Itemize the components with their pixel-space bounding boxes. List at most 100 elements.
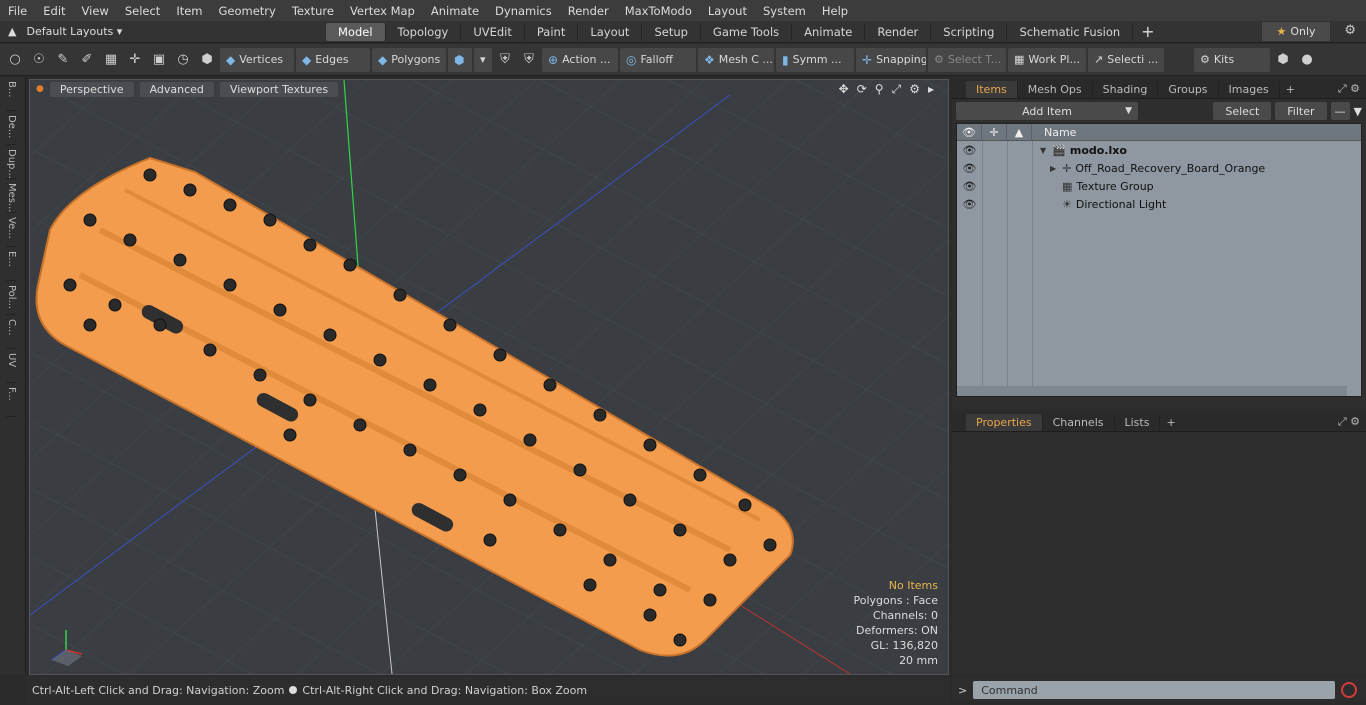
viewport-menu-arrow-icon[interactable]: ▸ (928, 82, 934, 97)
tab-schematic-fusion[interactable]: Schematic Fusion (1007, 22, 1134, 41)
snapping-button[interactable]: ✛ Snapping (856, 47, 926, 72)
tree-row-light[interactable]: 👁 ☀ Directional Light (957, 195, 1361, 213)
eye-icon[interactable]: 👁 (957, 198, 982, 211)
selection-sets-button[interactable]: ↗ Selecti ... (1088, 47, 1164, 72)
menu-view[interactable]: View (74, 4, 117, 18)
tree-row-scene[interactable]: 👁 ▼ 🎬 modo.lxo (957, 141, 1361, 159)
zoom-icon[interactable]: ⚲ (875, 82, 884, 97)
collapse-arrow-icon[interactable]: ▲ (8, 25, 16, 38)
tab-animate[interactable]: Animate (792, 22, 866, 41)
align-icon[interactable]: ▦ (100, 48, 122, 72)
vertices-button[interactable]: ◆ Vertices (220, 47, 294, 72)
tab-paint[interactable]: Paint (525, 22, 579, 41)
name-column-header[interactable]: Name (1032, 126, 1076, 139)
clock-icon[interactable]: ◷ (172, 48, 194, 72)
square-icon[interactable]: ▣ (148, 48, 170, 72)
item-mode-button[interactable]: ⬢ (448, 47, 472, 72)
menu-animate[interactable]: Animate (423, 4, 487, 18)
tab-setup[interactable]: Setup (642, 22, 701, 41)
add-tab-plus-icon[interactable]: + (1133, 22, 1162, 41)
viewport-gear-icon[interactable]: ⚙ (909, 82, 920, 97)
collapse-icon[interactable]: — (1330, 102, 1350, 120)
left-tab-duplicate[interactable]: Dup... (6, 145, 17, 179)
menu-maxtomodo[interactable]: MaxToModo (617, 4, 700, 18)
pan-icon[interactable]: ✥ (839, 82, 849, 97)
falloff-button[interactable]: ◎ Falloff (620, 47, 696, 72)
rotate-icon[interactable]: ⟳ (857, 82, 867, 97)
maximize-icon[interactable]: ⤢ (892, 82, 902, 97)
left-tab-deform[interactable]: De... (6, 111, 17, 145)
left-tab-uv[interactable]: UV (6, 349, 17, 383)
tree-row-texture-group[interactable]: 👁 ▦ Texture Group (957, 177, 1361, 195)
symmetry-button[interactable]: ▮ Symm ... (776, 47, 854, 72)
record-macro-icon[interactable] (1341, 682, 1358, 698)
unreal-icon[interactable]: ● (1296, 48, 1318, 72)
expand-triangle-icon[interactable]: ▼ (1040, 146, 1046, 155)
pen-icon[interactable]: ✎ (52, 48, 74, 72)
3d-viewport[interactable]: ● Perspective Advanced Viewport Textures… (29, 79, 949, 675)
cube-icon[interactable]: ⬢ (196, 48, 218, 72)
tab-topology[interactable]: Topology (386, 22, 462, 41)
tab-uvedit[interactable]: UVEdit (461, 22, 525, 41)
tab-model[interactable]: Model (326, 22, 386, 41)
select-through-button[interactable]: ⚙ Select T... (928, 47, 1006, 72)
edges-button[interactable]: ◆ Edges (296, 47, 370, 72)
funnel-icon[interactable]: ▼ (1354, 105, 1362, 118)
tab-channels[interactable]: Channels (1043, 414, 1115, 431)
left-tab-vertex[interactable]: Ve... (6, 213, 17, 247)
tab-render[interactable]: Render (865, 22, 932, 41)
panel-expand-gear-icon[interactable]: ⤢ ⚙ (1338, 82, 1360, 96)
properties-expand-gear-icon[interactable]: ⤢ ⚙ (1338, 415, 1360, 429)
menu-item[interactable]: Item (168, 4, 210, 18)
eye-icon[interactable]: 👁 (957, 144, 982, 157)
default-layouts-dropdown[interactable]: ▲ Default Layouts ▾ (0, 25, 326, 38)
menu-file[interactable]: File (0, 4, 35, 18)
transform-icon[interactable]: ✛ (124, 48, 146, 72)
left-tab-polygon[interactable]: Pol... (6, 281, 17, 315)
tab-game-tools[interactable]: Game Tools (701, 22, 793, 41)
menu-layout[interactable]: Layout (700, 4, 755, 18)
perspective-button[interactable]: Perspective (49, 81, 134, 97)
left-tab-mesh[interactable]: Mes... (6, 179, 17, 213)
menu-edit[interactable]: Edit (35, 4, 73, 18)
menu-render[interactable]: Render (560, 4, 617, 18)
tab-properties[interactable]: Properties (966, 414, 1043, 431)
unity-icon[interactable]: ⬢ (1272, 48, 1294, 72)
left-tab-fusion[interactable]: F... (6, 383, 17, 417)
tab-groups[interactable]: Groups (1158, 81, 1219, 98)
gear-icon[interactable]: ⚙ (1344, 23, 1356, 38)
advanced-button[interactable]: Advanced (139, 81, 214, 97)
circle-select-icon[interactable]: ○ (4, 48, 26, 72)
left-tab-curve[interactable]: C... (6, 315, 17, 349)
polygons-button[interactable]: ◆ Polygons (372, 47, 446, 72)
menu-texture[interactable]: Texture (284, 4, 342, 18)
work-plane-button[interactable]: ▦ Work Pl... (1008, 47, 1086, 72)
shield-alt-icon[interactable]: ⛨ (518, 48, 540, 72)
lock-column-icon[interactable]: ✛ (982, 123, 1007, 141)
add-panel-tab-plus-icon[interactable]: + (1280, 81, 1301, 98)
brush-icon[interactable]: ✐ (76, 48, 98, 72)
shield-icon[interactable]: ⛨ (494, 48, 516, 72)
eye-icon[interactable]: 👁 (957, 180, 982, 193)
menu-vertex-map[interactable]: Vertex Map (342, 4, 423, 18)
action-center-button[interactable]: ⊕ Action ... (542, 47, 618, 72)
add-item-button[interactable]: Add Item ▼ (956, 102, 1138, 120)
add-properties-tab-plus-icon[interactable]: + (1160, 414, 1181, 431)
menu-help[interactable]: Help (814, 4, 856, 18)
tab-mesh-ops[interactable]: Mesh Ops (1018, 81, 1093, 98)
tab-images[interactable]: Images (1219, 81, 1280, 98)
left-tab-basic[interactable]: B... (6, 77, 17, 111)
type-column-icon[interactable]: ▲ (1007, 123, 1032, 141)
tab-shading[interactable]: Shading (1093, 81, 1159, 98)
eye-icon[interactable]: 👁 (957, 162, 982, 175)
viewport-textures-button[interactable]: Viewport Textures (219, 81, 339, 97)
menu-geometry[interactable]: Geometry (211, 4, 284, 18)
tab-scripting[interactable]: Scripting (931, 22, 1008, 41)
menu-dynamics[interactable]: Dynamics (487, 4, 560, 18)
mesh-constraint-button[interactable]: ❖ Mesh C ... (698, 47, 774, 72)
menu-select[interactable]: Select (117, 4, 168, 18)
only-button[interactable]: ★ Only (1262, 22, 1330, 41)
tab-items[interactable]: Items (966, 81, 1018, 98)
kits-button[interactable]: ⚙ Kits (1194, 47, 1270, 72)
select-button[interactable]: Select (1213, 102, 1272, 120)
